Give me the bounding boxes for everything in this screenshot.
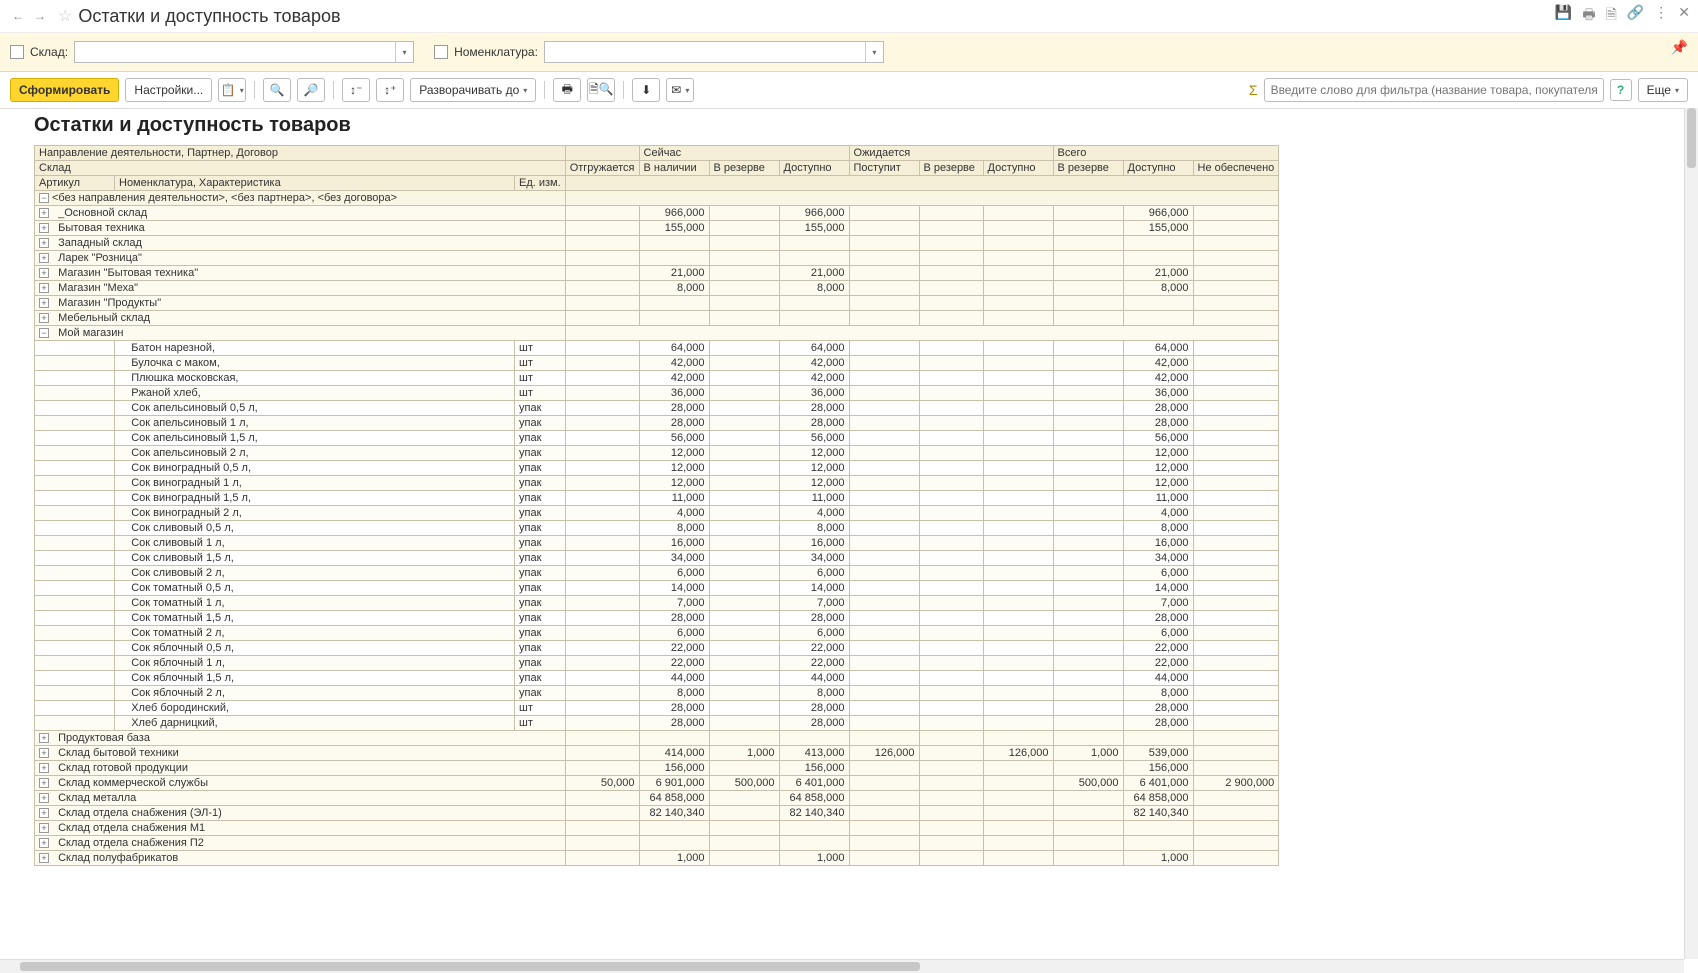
- expand-to-label: Разворачивать до: [419, 83, 519, 97]
- nav-forward-button[interactable]: →: [30, 6, 50, 26]
- collapse-button[interactable]: ↕⁻: [342, 78, 370, 102]
- filter-input[interactable]: [1264, 78, 1604, 102]
- send-button[interactable]: ✉: [666, 78, 694, 102]
- v-scroll-thumb[interactable]: [1687, 108, 1696, 168]
- find-button[interactable]: 🔍: [263, 78, 291, 102]
- warehouse-field[interactable]: ▾: [74, 41, 414, 63]
- tree-expand-icon[interactable]: +: [39, 853, 49, 863]
- filter-bar: Склад: ▾ Номенклатура: ▾ 📌: [0, 33, 1698, 72]
- tree-expand-icon[interactable]: +: [39, 733, 49, 743]
- tree-expand-icon[interactable]: +: [39, 808, 49, 818]
- close-icon[interactable]: ✕: [1678, 4, 1690, 28]
- pin-icon[interactable]: 📌: [1671, 39, 1688, 56]
- tree-expand-icon[interactable]: +: [39, 793, 49, 803]
- expand-to-button[interactable]: Разворачивать до: [410, 78, 536, 102]
- save-icon[interactable]: 💾: [1555, 4, 1572, 28]
- link-icon[interactable]: 🔗: [1627, 4, 1644, 28]
- more-label: Еще: [1647, 83, 1671, 97]
- tree-expand-icon[interactable]: +: [39, 283, 49, 293]
- tree-collapse-icon[interactable]: −: [39, 193, 49, 203]
- print-icon[interactable]: 🖶: [1582, 4, 1595, 28]
- expand-button[interactable]: ↕⁺: [376, 78, 404, 102]
- nomenclature-dropdown-icon[interactable]: ▾: [865, 42, 883, 62]
- kebab-icon[interactable]: ⋮: [1654, 4, 1668, 28]
- horizontal-scrollbar[interactable]: [0, 959, 1684, 973]
- warehouse-input[interactable]: [75, 42, 395, 62]
- nomenclature-label: Номенклатура:: [454, 45, 538, 59]
- report-scroll[interactable]: Остатки и доступность товаров Направлени…: [0, 108, 1684, 959]
- tree-expand-icon[interactable]: +: [39, 208, 49, 218]
- report-table: Направление деятельности, Партнер, Догов…: [34, 145, 1279, 866]
- print-button[interactable]: 🖶: [553, 78, 581, 102]
- tree-collapse-icon[interactable]: −: [39, 328, 49, 338]
- page-title: Остатки и доступность товаров: [78, 6, 1555, 27]
- generate-button[interactable]: Сформировать: [10, 78, 119, 102]
- nav-back-button[interactable]: ←: [8, 6, 28, 26]
- quick-filter: Σ ? Еще: [1249, 78, 1688, 102]
- tree-expand-icon[interactable]: +: [39, 238, 49, 248]
- separator: [333, 81, 334, 99]
- tree-expand-icon[interactable]: +: [39, 763, 49, 773]
- help-button[interactable]: ?: [1610, 79, 1632, 101]
- preview-icon[interactable]: 🗎: [1606, 4, 1617, 28]
- window-actions: 💾 🖶 🗎 🔗 ⋮ ✕: [1555, 4, 1690, 28]
- separator: [544, 81, 545, 99]
- toolbar: Сформировать Настройки... 📋 🔍 🔎 ↕⁻ ↕⁺ Ра…: [0, 72, 1698, 109]
- separator: [623, 81, 624, 99]
- favorite-star-icon[interactable]: ☆: [58, 6, 72, 26]
- variants-button[interactable]: 📋: [218, 78, 246, 102]
- tree-expand-icon[interactable]: +: [39, 268, 49, 278]
- tree-expand-icon[interactable]: +: [39, 313, 49, 323]
- tree-expand-icon[interactable]: +: [39, 748, 49, 758]
- tree-expand-icon[interactable]: +: [39, 223, 49, 233]
- tree-expand-icon[interactable]: +: [39, 823, 49, 833]
- settings-button[interactable]: Настройки...: [125, 78, 212, 102]
- vertical-scrollbar[interactable]: [1684, 108, 1698, 959]
- more-button[interactable]: Еще: [1638, 78, 1688, 102]
- warehouse-dropdown-icon[interactable]: ▾: [395, 42, 413, 62]
- h-scroll-thumb[interactable]: [20, 962, 920, 971]
- report-title: Остатки и доступность товаров: [0, 108, 1684, 141]
- filter-nomenclature: Номенклатура: ▾: [434, 41, 884, 63]
- nomenclature-checkbox[interactable]: [434, 45, 448, 59]
- tree-expand-icon[interactable]: +: [39, 253, 49, 263]
- nomenclature-field[interactable]: ▾: [544, 41, 884, 63]
- warehouse-label: Склад:: [30, 45, 68, 59]
- tree-expand-icon[interactable]: +: [39, 298, 49, 308]
- tree-expand-icon[interactable]: +: [39, 778, 49, 788]
- tree-expand-icon[interactable]: +: [39, 838, 49, 848]
- find-next-button[interactable]: 🔎: [297, 78, 325, 102]
- warehouse-checkbox[interactable]: [10, 45, 24, 59]
- report-body: Остатки и доступность товаров Направлени…: [0, 108, 1698, 973]
- print-preview-button[interactable]: 🗎🔍: [587, 78, 615, 102]
- filter-warehouse: Склад: ▾: [10, 41, 414, 63]
- separator: [254, 81, 255, 99]
- window-header: ← → ☆ Остатки и доступность товаров 💾 🖶 …: [0, 0, 1698, 33]
- nomenclature-input[interactable]: [545, 42, 865, 62]
- sigma-icon[interactable]: Σ: [1249, 82, 1258, 98]
- save-button[interactable]: ⬇: [632, 78, 660, 102]
